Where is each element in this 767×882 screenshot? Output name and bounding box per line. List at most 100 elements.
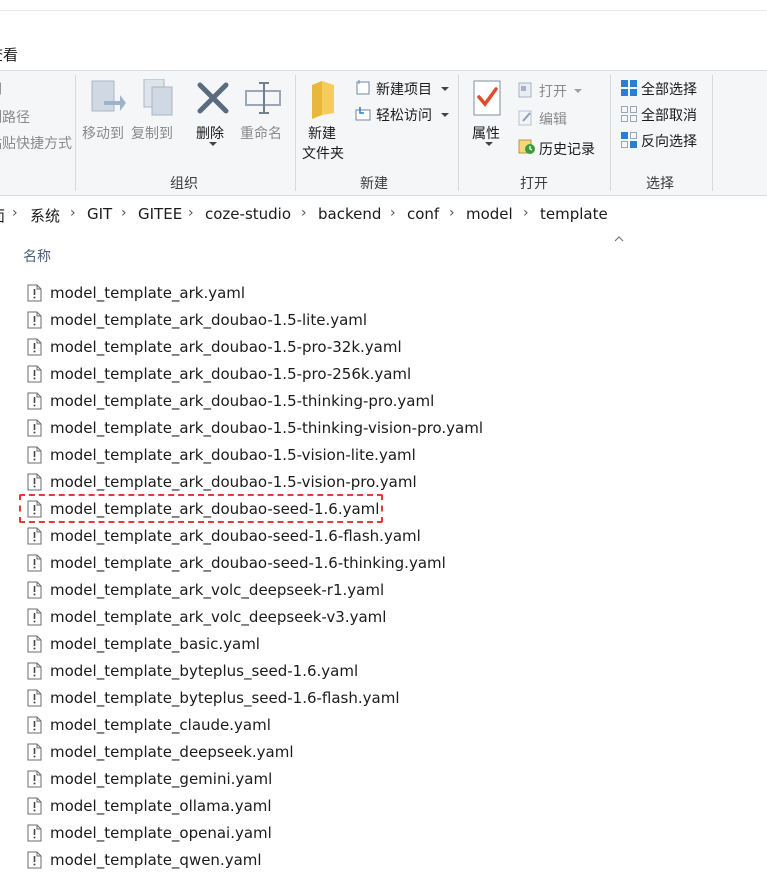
file-row[interactable]: model_template_deepseek.yaml bbox=[0, 739, 767, 766]
yaml-file-icon bbox=[27, 608, 42, 626]
delete-x-icon bbox=[197, 82, 229, 114]
file-row[interactable]: model_template_ark_doubao-1.5-pro-256k.y… bbox=[0, 361, 767, 388]
rename-icon bbox=[245, 82, 281, 114]
file-name: model_template_gemini.yaml bbox=[50, 770, 273, 788]
tab-view[interactable]: 查看 bbox=[0, 44, 18, 65]
chevron-right-icon[interactable]: › bbox=[188, 205, 194, 221]
file-row[interactable]: model_template_byteplus_seed-1.6.yaml bbox=[0, 658, 767, 685]
yaml-file-icon bbox=[27, 554, 42, 572]
breadcrumb-item[interactable]: conf bbox=[407, 205, 439, 223]
group-separator bbox=[75, 75, 76, 191]
group-label-open: 打开 bbox=[520, 176, 548, 192]
ribbon: IJ 制路径 粘贴快捷方式 移动到 复制到 删除 重命名 组织 bbox=[0, 70, 767, 196]
group-separator bbox=[295, 75, 296, 191]
file-name: model_template_ark.yaml bbox=[50, 284, 246, 302]
yaml-file-icon bbox=[27, 473, 42, 491]
file-row[interactable]: model_template_ark_doubao-seed-1.6-flash… bbox=[0, 523, 767, 550]
yaml-file-icon bbox=[27, 662, 42, 680]
breadcrumb-item[interactable]: template bbox=[540, 205, 608, 223]
file-name: model_template_ark_doubao-1.5-pro-32k.ya… bbox=[50, 338, 402, 356]
file-row[interactable]: model_template_ark_doubao-1.5-thinking-v… bbox=[0, 415, 767, 442]
file-row[interactable]: model_template_ark_volc_deepseek-r1.yaml bbox=[0, 577, 767, 604]
chevron-right-icon[interactable]: › bbox=[523, 205, 529, 221]
clipboard-item-1[interactable]: IJ bbox=[0, 81, 2, 97]
chevron-right-icon[interactable]: › bbox=[390, 205, 396, 221]
file-row[interactable]: model_template_byteplus_seed-1.6-flash.y… bbox=[0, 685, 767, 712]
file-name: model_template_deepseek.yaml bbox=[50, 743, 294, 761]
yaml-file-icon bbox=[27, 770, 42, 788]
paste-shortcut-button[interactable]: 粘贴快捷方式 bbox=[0, 133, 72, 153]
open-dropdown-icon bbox=[574, 89, 582, 93]
select-all-icon bbox=[621, 80, 637, 96]
new-item-dropdown-icon bbox=[441, 87, 449, 91]
breadcrumb-item-partial[interactable]: 面 bbox=[0, 205, 5, 226]
chevron-right-icon[interactable]: › bbox=[301, 205, 307, 221]
file-row[interactable]: model_template_ark_doubao-1.5-lite.yaml bbox=[0, 307, 767, 334]
file-row[interactable]: model_template_qwen.yaml bbox=[0, 847, 767, 874]
file-row[interactable]: model_template_ark_doubao-seed-1.6-think… bbox=[0, 550, 767, 577]
select-none-icon bbox=[621, 106, 637, 122]
breadcrumb-item[interactable]: coze-studio bbox=[205, 205, 291, 223]
file-row[interactable]: model_template_ark_volc_deepseek-v3.yaml bbox=[0, 604, 767, 631]
group-separator bbox=[458, 75, 459, 191]
column-header-name[interactable]: 名称 bbox=[23, 246, 51, 266]
yaml-file-icon bbox=[27, 338, 42, 356]
breadcrumb-item[interactable]: 系统 bbox=[30, 205, 60, 226]
new-folder-icon bbox=[312, 81, 334, 119]
highlight-box bbox=[19, 494, 383, 523]
title-bar-strip bbox=[0, 0, 767, 11]
yaml-file-icon bbox=[27, 392, 42, 410]
yaml-file-icon bbox=[27, 527, 42, 545]
file-row[interactable]: model_template_openai.yaml bbox=[0, 820, 767, 847]
file-row[interactable]: model_template_ark_doubao-1.5-vision-lit… bbox=[0, 442, 767, 469]
file-name: model_template_claude.yaml bbox=[50, 716, 271, 734]
file-name: model_template_ark_doubao-1.5-pro-256k.y… bbox=[50, 365, 412, 383]
file-row[interactable]: model_template_ark_doubao-1.5-vision-pro… bbox=[0, 469, 767, 496]
group-separator bbox=[712, 75, 713, 191]
breadcrumb-item[interactable]: GITEE bbox=[138, 205, 182, 223]
easy-access-dropdown-icon bbox=[441, 113, 449, 117]
chevron-right-icon[interactable]: › bbox=[121, 205, 127, 221]
properties-dropdown-icon bbox=[485, 142, 493, 146]
file-row[interactable]: model_template_ollama.yaml bbox=[0, 793, 767, 820]
yaml-file-icon bbox=[27, 743, 42, 761]
delete-dropdown-icon bbox=[209, 142, 217, 146]
file-name: model_template_basic.yaml bbox=[50, 635, 260, 653]
file-name: model_template_ark_doubao-1.5-lite.yaml bbox=[50, 311, 368, 329]
file-name: model_template_openai.yaml bbox=[50, 824, 272, 842]
breadcrumb-item[interactable]: model bbox=[466, 205, 513, 223]
file-row[interactable]: model_template_basic.yaml bbox=[0, 631, 767, 658]
file-name: model_template_ark_volc_deepseek-v3.yaml bbox=[50, 608, 387, 626]
file-name: model_template_byteplus_seed-1.6-flash.y… bbox=[50, 689, 400, 707]
chevron-right-icon[interactable]: › bbox=[12, 205, 18, 221]
yaml-file-icon bbox=[27, 581, 42, 599]
invert-selection-icon bbox=[621, 132, 637, 148]
copy-path-button[interactable]: 制路径 bbox=[0, 107, 30, 127]
file-row[interactable]: model_template_claude.yaml bbox=[0, 712, 767, 739]
breadcrumb-item[interactable]: GIT bbox=[87, 205, 112, 223]
file-name: model_template_ollama.yaml bbox=[50, 797, 272, 815]
file-row[interactable]: model_template_ark_doubao-1.5-pro-32k.ya… bbox=[0, 334, 767, 361]
chevron-right-icon[interactable]: › bbox=[449, 205, 455, 221]
yaml-file-icon bbox=[27, 635, 42, 653]
file-name: model_template_ark_doubao-1.5-vision-lit… bbox=[50, 446, 416, 464]
yaml-file-icon bbox=[27, 824, 42, 842]
properties-icon bbox=[473, 80, 501, 116]
yaml-file-icon bbox=[27, 419, 42, 437]
group-separator bbox=[610, 75, 611, 191]
easy-access-icon bbox=[355, 107, 371, 121]
breadcrumb-item[interactable]: backend bbox=[318, 205, 381, 223]
group-label-select: 选择 bbox=[646, 176, 674, 192]
sort-ascending-icon[interactable] bbox=[614, 234, 624, 244]
file-row[interactable]: model_template_ark_doubao-1.5-thinking-p… bbox=[0, 388, 767, 415]
history-icon bbox=[518, 139, 535, 154]
yaml-file-icon bbox=[27, 689, 42, 707]
breadcrumb[interactable]: 面 › 系统 › GIT › GITEE › coze-studio › bac… bbox=[0, 198, 767, 230]
yaml-file-icon bbox=[27, 797, 42, 815]
chevron-right-icon[interactable]: › bbox=[70, 205, 76, 221]
file-name: model_template_byteplus_seed-1.6.yaml bbox=[50, 662, 359, 680]
file-row[interactable]: model_template_ark.yaml bbox=[0, 280, 767, 307]
file-row[interactable]: model_template_gemini.yaml bbox=[0, 766, 767, 793]
new-item-icon bbox=[356, 80, 370, 95]
move-to-icon bbox=[91, 80, 126, 112]
